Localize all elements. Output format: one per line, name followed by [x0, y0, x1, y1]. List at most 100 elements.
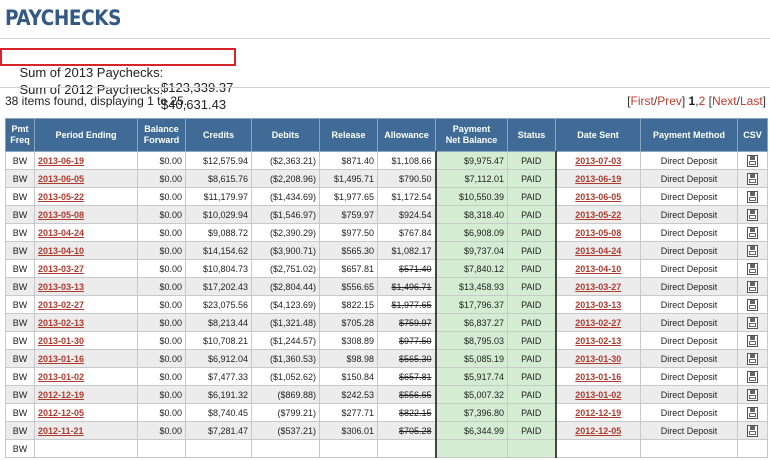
- cell-csv[interactable]: [737, 169, 768, 188]
- save-disk-icon[interactable]: [747, 244, 758, 257]
- cell-csv[interactable]: [737, 421, 768, 440]
- save-disk-icon[interactable]: [747, 388, 758, 401]
- save-disk-icon[interactable]: [747, 334, 758, 347]
- date-sent-link[interactable]: 2012-12-05: [575, 426, 621, 436]
- period-link[interactable]: 2012-12-05: [38, 408, 84, 418]
- date-sent-link[interactable]: 2013-01-16: [575, 372, 621, 382]
- pager-first-link[interactable]: First: [631, 94, 654, 108]
- table-row: BW 2013-03-27 $0.00 $10,804.73 ($2,751.02) $6…: [5, 259, 768, 278]
- col-header-status[interactable]: Status: [507, 118, 556, 152]
- col-header-csv[interactable]: CSV: [737, 118, 768, 152]
- period-link[interactable]: 2013-02-27: [38, 300, 84, 310]
- cell-csv[interactable]: [737, 439, 768, 458]
- cell-csv[interactable]: [737, 385, 768, 404]
- col-header-period[interactable]: Period Ending: [34, 118, 138, 152]
- period-link[interactable]: 2012-11-21: [38, 426, 84, 436]
- cell-csv[interactable]: [737, 151, 768, 170]
- period-link[interactable]: 2013-03-27: [38, 264, 84, 274]
- period-link[interactable]: 2013-04-10: [38, 246, 84, 256]
- save-disk-icon[interactable]: [747, 352, 758, 365]
- cell-csv[interactable]: [737, 277, 768, 296]
- cell-csv[interactable]: [737, 223, 768, 242]
- cell-allowance: $657.81: [377, 367, 436, 386]
- pager-prev-link[interactable]: Prev: [657, 94, 682, 108]
- period-link[interactable]: 2013-01-30: [38, 336, 84, 346]
- date-sent-link[interactable]: 2013-04-10: [575, 264, 621, 274]
- save-disk-icon[interactable]: [747, 280, 758, 293]
- date-sent-link[interactable]: 2012-12-19: [575, 408, 621, 418]
- cell-csv[interactable]: [737, 241, 768, 260]
- cell-freq: BW: [5, 331, 35, 350]
- cell-period: 2012-12-05: [34, 403, 138, 422]
- col-header-balance[interactable]: Balance Forward: [137, 118, 186, 152]
- cell-csv[interactable]: [737, 349, 768, 368]
- cell-status: PAID: [507, 313, 557, 332]
- period-link[interactable]: 2013-01-16: [38, 354, 84, 364]
- cell-csv[interactable]: [737, 313, 768, 332]
- cell-allowance: $571.40: [377, 259, 436, 278]
- save-disk-icon[interactable]: [747, 172, 758, 185]
- period-link[interactable]: 2013-03-13: [38, 282, 84, 292]
- cell-debits: ($869.88): [251, 385, 320, 404]
- period-link[interactable]: 2013-05-08: [38, 210, 84, 220]
- cell-net-balance: $17,796.37: [434, 295, 508, 314]
- save-disk-icon[interactable]: [747, 370, 758, 383]
- period-link[interactable]: 2013-02-13: [38, 318, 84, 328]
- cell-csv[interactable]: [737, 187, 768, 206]
- pager-last-link[interactable]: Last: [740, 94, 763, 108]
- col-header-allowance[interactable]: Allowance: [377, 118, 436, 152]
- date-sent-link[interactable]: 2013-06-05: [575, 192, 621, 202]
- cell-net-balance: $9,975.47: [434, 151, 508, 170]
- date-sent-link[interactable]: 2013-03-13: [575, 300, 621, 310]
- cell-period: 2013-03-13: [34, 277, 138, 296]
- date-sent-link[interactable]: 2013-03-27: [575, 282, 621, 292]
- col-header-date-sent[interactable]: Date Sent: [555, 118, 641, 152]
- period-link[interactable]: 2012-12-19: [38, 390, 84, 400]
- col-header-release[interactable]: Release: [319, 118, 378, 152]
- period-link[interactable]: 2013-01-02: [38, 372, 84, 382]
- save-disk-icon[interactable]: [747, 406, 758, 419]
- cell-csv[interactable]: [737, 259, 768, 278]
- period-link[interactable]: 2013-04-24: [38, 228, 84, 238]
- col-header-method[interactable]: Payment Method: [640, 118, 738, 152]
- save-disk-icon[interactable]: [747, 226, 758, 239]
- save-disk-icon[interactable]: [747, 262, 758, 275]
- save-disk-icon[interactable]: [747, 316, 758, 329]
- pager-next-link[interactable]: Next: [712, 94, 737, 108]
- cell-allowance: $924.54: [377, 205, 436, 224]
- cell-credits: $8,740.45: [185, 403, 252, 422]
- cell-csv[interactable]: [737, 295, 768, 314]
- save-disk-icon[interactable]: [747, 154, 758, 167]
- date-sent-link[interactable]: 2013-01-30: [575, 354, 621, 364]
- cell-csv[interactable]: [737, 367, 768, 386]
- date-sent-link[interactable]: 2013-05-08: [575, 228, 621, 238]
- cell-csv[interactable]: [737, 331, 768, 350]
- period-link[interactable]: 2013-06-19: [38, 156, 84, 166]
- date-sent-link[interactable]: 2013-06-19: [575, 174, 621, 184]
- save-disk-icon[interactable]: [747, 190, 758, 203]
- cell-balance: $0.00: [137, 277, 186, 296]
- date-sent-link[interactable]: 2013-05-22: [575, 210, 621, 220]
- period-link[interactable]: 2013-05-22: [38, 192, 84, 202]
- cell-csv[interactable]: [737, 205, 768, 224]
- save-disk-icon[interactable]: [747, 424, 758, 437]
- cell-csv[interactable]: [737, 403, 768, 422]
- cell-status: PAID: [507, 295, 557, 314]
- period-link[interactable]: 2013-06-05: [38, 174, 84, 184]
- cell-balance: $0.00: [137, 385, 186, 404]
- cell-period: 2013-01-02: [34, 367, 138, 386]
- date-sent-link[interactable]: 2013-01-02: [575, 390, 621, 400]
- save-disk-icon[interactable]: [747, 298, 758, 311]
- col-header-freq[interactable]: Pmt Freq: [5, 118, 35, 152]
- cell-balance: $0.00: [137, 169, 186, 188]
- col-header-debits[interactable]: Debits: [251, 118, 320, 152]
- col-header-net[interactable]: Payment Net Balance: [435, 118, 508, 152]
- date-sent-link[interactable]: 2013-02-13: [575, 336, 621, 346]
- col-header-credits[interactable]: Credits: [185, 118, 252, 152]
- cell-release: $277.71: [319, 403, 378, 422]
- date-sent-link[interactable]: 2013-04-24: [575, 246, 621, 256]
- cell-status: PAID: [507, 205, 557, 224]
- date-sent-link[interactable]: 2013-02-27: [575, 318, 621, 328]
- date-sent-link[interactable]: 2013-07-03: [575, 156, 621, 166]
- save-disk-icon[interactable]: [747, 208, 758, 221]
